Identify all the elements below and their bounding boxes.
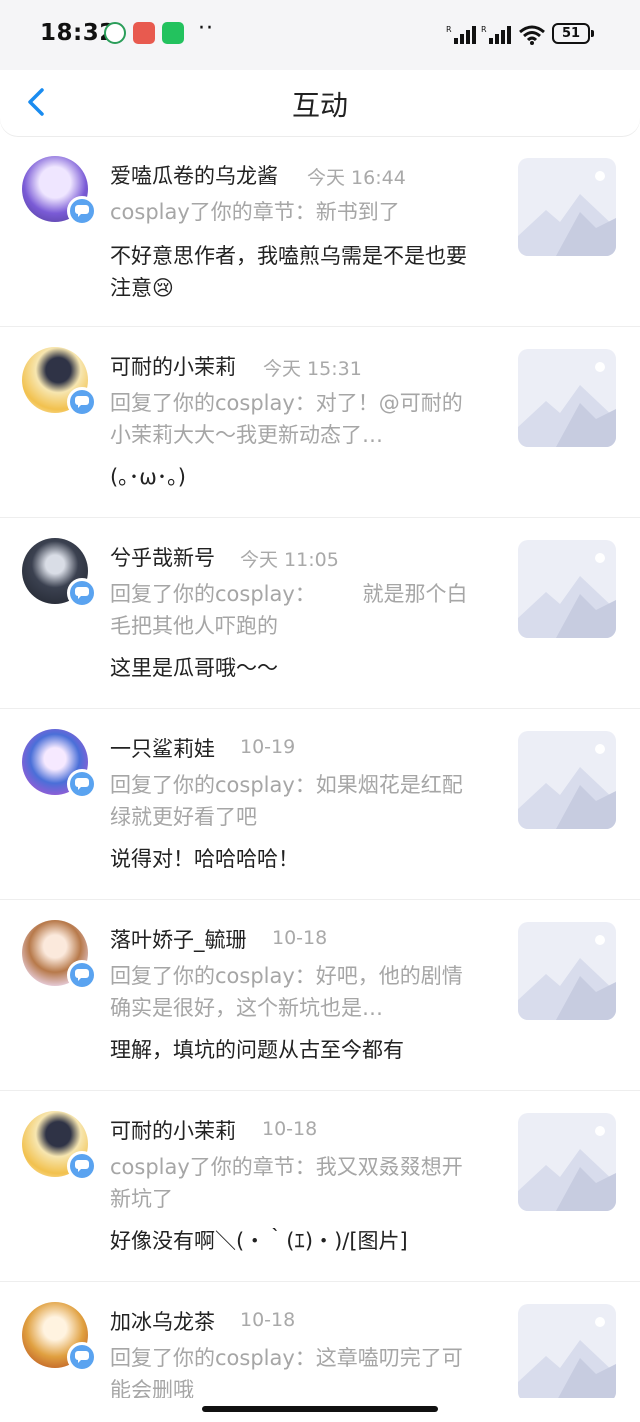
comment-badge: [67, 1342, 97, 1372]
image-placeholder-icon: [518, 744, 616, 829]
svg-text:R: R: [481, 25, 487, 34]
page-title: 互动: [291, 89, 348, 122]
list-item[interactable]: 可耐的小茉莉 10-18 cosplay了你的章节：我又双叒叕想开新坑了 好像没…: [0, 1091, 640, 1282]
comment-badge: [67, 578, 97, 608]
timestamp: 今天 11:05: [240, 549, 339, 571]
list-item[interactable]: 兮乎哉新号 今天 11:05 回复了你的cosplay： 就是那个白毛把其他人吓…: [0, 518, 640, 709]
reply-text: 好像没有啊＼(・｀(ｴ)・)/[图片]: [110, 1229, 408, 1253]
timestamp: 10-18: [272, 927, 328, 949]
image-placeholder-icon: [518, 1126, 616, 1211]
reply-text: 这里是瓜哥哦～～: [110, 656, 278, 680]
image-placeholder-icon: [518, 1317, 616, 1398]
timestamp: 今天 15:31: [263, 358, 362, 380]
comment-bubble-icon: [75, 396, 89, 408]
list-item[interactable]: 落叶娇子_毓珊 10-18 回复了你的cosplay：好吧，他的剧情确实是很好，…: [0, 900, 640, 1091]
chapter-thumbnail[interactable]: [518, 1113, 616, 1211]
battery-indicator: 51: [552, 23, 590, 44]
comment-bubble-icon: [75, 1351, 89, 1363]
app-notification-icon: [104, 22, 126, 44]
comment-bubble-icon: [75, 778, 89, 790]
cellular-signal-icon: R: [481, 25, 511, 44]
comment-badge: [67, 387, 97, 417]
wechat-icon: [162, 22, 184, 44]
comment-badge: [67, 769, 97, 799]
quoted-text: 回复了你的cosplay：对了！@可耐的小茉莉大大～我更新动态了…: [110, 391, 463, 447]
timestamp: 10-18: [262, 1118, 318, 1140]
list-item[interactable]: 加冰乌龙茶 10-18 回复了你的cosplay：这章嗑叨完了可能会删哦: [0, 1282, 640, 1398]
list-item[interactable]: 可耐的小茉莉 今天 15:31 回复了你的cosplay：对了！@可耐的小茉莉大…: [0, 327, 640, 518]
image-placeholder-icon: [518, 553, 616, 638]
app-notification-icon: [133, 22, 155, 44]
list-item[interactable]: 一只鲨莉娃 10-19 回复了你的cosplay：如果烟花是红配绿就更好看了吧 …: [0, 709, 640, 900]
image-placeholder-icon: [518, 362, 616, 447]
image-placeholder-icon: [518, 171, 616, 256]
quoted-text: 回复了你的cosplay： 就是那个白毛把其他人吓跑的: [110, 582, 468, 638]
chapter-thumbnail[interactable]: [518, 1304, 616, 1398]
reply-text: 理解，填坑的问题从古至今都有: [110, 1038, 404, 1062]
comment-bubble-icon: [75, 587, 89, 599]
image-placeholder-icon: [518, 935, 616, 1020]
timestamp: 今天 16:44: [307, 167, 406, 189]
comment-badge: [67, 196, 97, 226]
user-name[interactable]: 可耐的小茉莉: [110, 351, 236, 381]
quoted-text: 回复了你的cosplay：这章嗑叨完了可能会删哦: [110, 1346, 463, 1398]
timestamp: 10-18: [240, 1309, 296, 1331]
comment-badge: [67, 1151, 97, 1181]
comment-bubble-icon: [75, 205, 89, 217]
status-bar: 18:32 ·· R R 51: [0, 0, 640, 70]
user-name[interactable]: 加冰乌龙茶: [110, 1306, 215, 1336]
quoted-text: 回复了你的cosplay：如果烟花是红配绿就更好看了吧: [110, 773, 463, 829]
wifi-icon: [519, 25, 545, 45]
svg-text:R: R: [446, 25, 452, 34]
nav-bar: 互动: [0, 70, 640, 136]
interaction-list[interactable]: 爱嗑瓜卷的乌龙酱 今天 16:44 cosplay了你的章节：新书到了 不好意思…: [0, 136, 640, 1398]
cellular-signal-icon: R: [446, 25, 476, 44]
quoted-text: cosplay了你的章节：我又双叒叕想开新坑了: [110, 1155, 463, 1211]
reply-text: 说得对！哈哈哈哈！: [110, 847, 299, 871]
battery-tip: [591, 30, 594, 37]
more-notifications-icon: ··: [198, 16, 214, 41]
quoted-text: 回复了你的cosplay：好吧，他的剧情确实是很好，这个新坑也是…: [110, 964, 463, 1020]
user-name[interactable]: 一只鲨莉娃: [110, 733, 215, 763]
reply-text: (｡･ω･｡): [110, 465, 186, 489]
chapter-thumbnail[interactable]: [518, 922, 616, 1020]
user-name[interactable]: 兮乎哉新号: [110, 542, 215, 572]
chapter-thumbnail[interactable]: [518, 158, 616, 256]
timestamp: 10-19: [240, 736, 296, 758]
chapter-thumbnail[interactable]: [518, 540, 616, 638]
home-indicator[interactable]: [202, 1406, 438, 1412]
user-name[interactable]: 落叶娇子_毓珊: [110, 924, 247, 954]
user-name[interactable]: 爱嗑瓜卷的乌龙酱: [110, 160, 278, 190]
comment-bubble-icon: [75, 969, 89, 981]
comment-bubble-icon: [75, 1160, 89, 1172]
user-name[interactable]: 可耐的小茉莉: [110, 1115, 236, 1145]
quoted-text: cosplay了你的章节：新书到了: [110, 200, 400, 224]
chapter-thumbnail[interactable]: [518, 731, 616, 829]
reply-text: 不好意思作者，我嗑煎乌需是不是也要注意😢: [110, 244, 467, 300]
list-item[interactable]: 爱嗑瓜卷的乌龙酱 今天 16:44 cosplay了你的章节：新书到了 不好意思…: [0, 136, 640, 327]
comment-badge: [67, 960, 97, 990]
chapter-thumbnail[interactable]: [518, 349, 616, 447]
